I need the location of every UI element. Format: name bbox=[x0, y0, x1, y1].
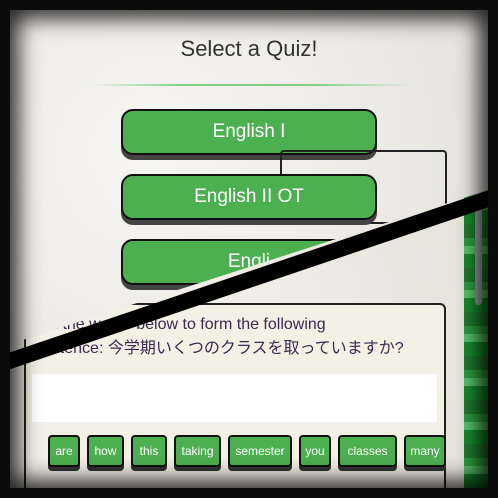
quiz-button-english-ii-ot[interactable]: English II OT bbox=[121, 174, 377, 220]
title-divider bbox=[90, 84, 410, 86]
answer-drop-area[interactable] bbox=[31, 373, 438, 423]
word-tile[interactable]: this bbox=[131, 435, 167, 467]
word-tile[interactable]: classes bbox=[338, 435, 397, 467]
word-tile[interactable]: how bbox=[87, 435, 124, 467]
quiz-button-english-i[interactable]: English I bbox=[121, 109, 377, 155]
word-tile[interactable]: you bbox=[299, 435, 331, 467]
word-tile[interactable]: many bbox=[404, 435, 446, 467]
screenshot-frame: Select a Quiz! English I English II OT E… bbox=[10, 10, 488, 488]
word-tile[interactable]: are bbox=[48, 435, 80, 467]
word-tile[interactable]: taking bbox=[174, 435, 221, 467]
word-tile[interactable]: semester bbox=[228, 435, 292, 467]
page-title: Select a Quiz! bbox=[180, 36, 318, 61]
word-bank: are how this taking semester you classes… bbox=[39, 435, 446, 471]
instruction-line-2: sentence: 今学期いくつのクラスを取っていますか? bbox=[34, 340, 404, 357]
